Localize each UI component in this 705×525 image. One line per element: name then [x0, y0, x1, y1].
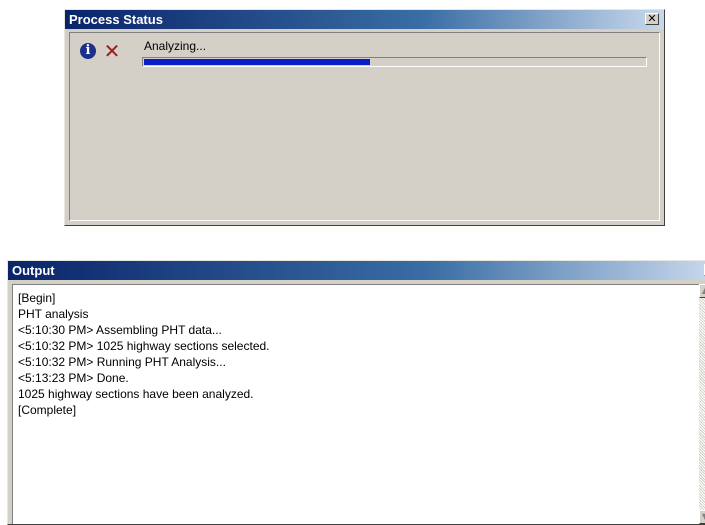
info-icon: i [80, 43, 96, 59]
status-text: Analyzing... [144, 39, 207, 53]
log-line: <5:13:23 PM> Done. [18, 371, 129, 385]
progress-fill [144, 59, 371, 65]
log-line: <5:10:30 PM> Assembling PHT data... [18, 323, 222, 337]
progress-bar [142, 57, 647, 67]
vertical-scrollbar[interactable]: ▲ ▼ [699, 284, 705, 524]
output-lines: [Begin] PHT analysis <5:10:30 PM> Assembli… [18, 290, 270, 418]
output-window: Output ✕ [Begin]PHT analysis<5:10:30 PM>… [7, 260, 705, 525]
output-title: Output [12, 263, 55, 278]
process-status-title: Process Status [69, 12, 163, 27]
log-line: 1025 highway sections have been analyzed… [18, 387, 254, 401]
cancel-icon[interactable]: ✕ [102, 41, 122, 61]
process-status-titlebar[interactable]: Process Status [65, 10, 664, 29]
log-line: [Complete] [18, 403, 77, 417]
log-line: [Begin] [18, 291, 56, 305]
output-log[interactable]: [Begin] PHT analysis <5:10:30 PM> Assembli… [12, 284, 699, 524]
log-line: <5:10:32 PM> Running PHT Analysis... [18, 355, 226, 369]
process-status-window: Process Status ✕ i ✕ Analyzing... [64, 9, 665, 226]
log-line: <5:10:32 PM> 1025 highway sections selec… [18, 339, 270, 353]
scroll-down-icon[interactable]: ▼ [699, 510, 705, 524]
close-icon[interactable]: ✕ [645, 13, 659, 25]
scroll-up-icon[interactable]: ▲ [699, 284, 705, 298]
log-line: PHT analysis [18, 307, 89, 321]
output-titlebar[interactable]: Output [8, 261, 705, 280]
